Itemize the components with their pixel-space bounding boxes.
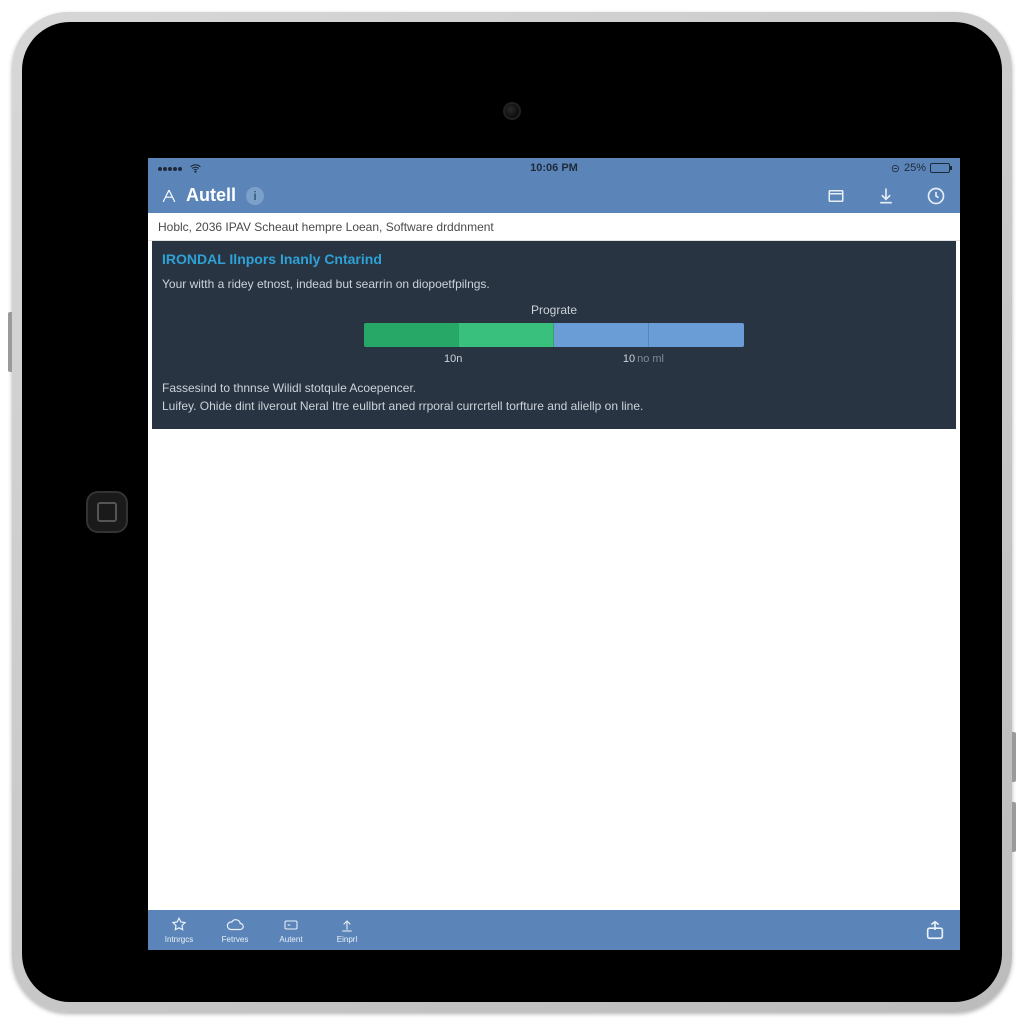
progress-seg-2 xyxy=(459,323,554,347)
info-icon[interactable]: i xyxy=(246,187,264,205)
window-icon[interactable] xyxy=(826,187,846,205)
progress-tick-right: 10 xyxy=(623,353,635,365)
panel-footer-line2: Luifey. Ohide dint ilverout Neral Itre e… xyxy=(162,397,946,415)
star-icon xyxy=(170,916,188,934)
clock-icon[interactable] xyxy=(926,186,946,206)
status-time: 10:06 PM xyxy=(530,162,578,174)
portrait-lock-icon: ⊝ xyxy=(891,162,900,175)
tablet-frame: 10:06 PM ⊝ 25% xyxy=(12,12,1012,1012)
progress-tick-left: 10n xyxy=(444,353,462,365)
tab-export[interactable]: Einprl xyxy=(330,916,364,944)
brand-logo-icon xyxy=(162,189,176,203)
screen: 10:06 PM ⊝ 25% xyxy=(148,158,960,950)
progress-ticks: 10n 10no ml xyxy=(364,353,744,365)
panel-footer: Fassesind to thnnse Wilidl stotqule Acoe… xyxy=(162,379,946,415)
panel-subtitle: Your witth a ridey etnost, indead but se… xyxy=(162,277,946,291)
tab-label: Fetrves xyxy=(222,935,249,944)
tab-features[interactable]: Fetrves xyxy=(218,916,252,944)
wifi-icon xyxy=(189,162,202,175)
tab-account[interactable]: Autent xyxy=(274,916,308,944)
tab-label: Einprl xyxy=(337,935,357,944)
share-icon[interactable] xyxy=(924,919,946,941)
front-camera xyxy=(503,102,521,120)
breadcrumb: Hoblc, 2036 IPAV Scheaut hempre Loean, S… xyxy=(148,213,960,241)
progress-bar xyxy=(364,323,744,347)
tab-label: Autent xyxy=(279,935,302,944)
tab-label: Intnrgcs xyxy=(165,935,193,944)
progress-section: Prograte 10n 10no ml xyxy=(162,303,946,365)
card-icon xyxy=(281,916,301,934)
device-side-button xyxy=(1012,802,1016,852)
status-bar: 10:06 PM ⊝ 25% xyxy=(148,158,960,178)
brand-title: Autell xyxy=(186,185,236,206)
content-area xyxy=(148,429,960,910)
panel-footer-line1: Fassesind to thnnse Wilidl stotqule Acoe… xyxy=(162,379,946,397)
cloud-icon xyxy=(225,916,245,934)
battery-icon xyxy=(930,163,950,173)
device-side-button xyxy=(1012,732,1016,782)
upload-icon xyxy=(339,916,355,934)
download-icon[interactable] xyxy=(876,186,896,206)
signal-dots-icon xyxy=(158,162,183,174)
tablet-bezel: 10:06 PM ⊝ 25% xyxy=(40,40,984,984)
app-header: Autell i xyxy=(148,178,960,213)
panel-title: IRONDAL Ilnpors Inanly Cntarind xyxy=(162,251,946,267)
progress-seg-3 xyxy=(554,323,649,347)
tab-integrations[interactable]: Intnrgcs xyxy=(162,916,196,944)
progress-tick-right-sub: no ml xyxy=(637,353,664,365)
breadcrumb-text: Hoblc, 2036 IPAV Scheaut hempre Loean, S… xyxy=(158,220,494,234)
tab-bar: Intnrgcs Fetrves xyxy=(148,910,960,950)
home-button[interactable] xyxy=(86,491,128,533)
download-panel: IRONDAL Ilnpors Inanly Cntarind Your wit… xyxy=(152,241,956,429)
tablet-bezel-outer: 10:06 PM ⊝ 25% xyxy=(22,22,1002,1002)
device-side-button xyxy=(8,312,12,372)
progress-seg-1 xyxy=(364,323,459,347)
progress-seg-4 xyxy=(649,323,744,347)
progress-label: Prograte xyxy=(162,303,946,317)
battery-label: 25% xyxy=(904,162,926,174)
